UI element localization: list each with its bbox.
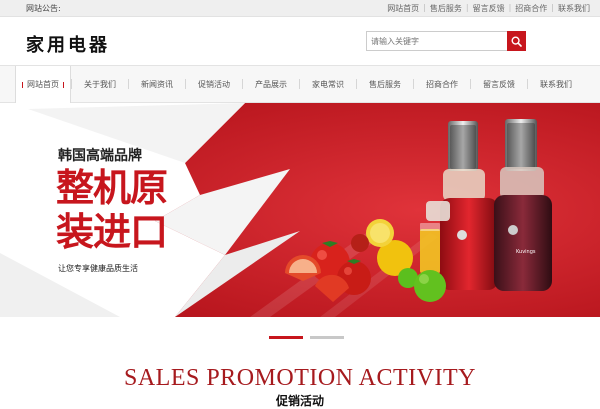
banner-slogan: 让您专享健康品质生活: [58, 264, 138, 273]
promo-title-cn: 促销活动: [275, 394, 324, 408]
search-icon: [511, 35, 522, 47]
nav-item-news[interactable]: 新闻资讯: [129, 66, 185, 102]
search-button[interactable]: [507, 31, 526, 51]
product-brand-label: Kuvings: [516, 249, 536, 255]
top-link-divider: |: [551, 3, 554, 12]
site-logo[interactable]: 家用电器: [26, 31, 110, 57]
banner-brand-text: 韩国高端品牌: [58, 148, 142, 164]
promo-title-en: SALES PROMOTION ACTIVITY: [123, 365, 476, 391]
nav-item-promotions[interactable]: 促销活动: [186, 66, 242, 102]
page: 网站公告: 网站首页 | 售后服务 | 留言反馈 | 招商合作 | 联系我们 家…: [0, 0, 600, 409]
nav-item-about[interactable]: 关于我们: [72, 66, 128, 102]
search-box: [366, 31, 526, 51]
header: 家用电器: [0, 17, 600, 65]
search-input[interactable]: [366, 31, 508, 51]
slider-dots: [0, 336, 600, 340]
slider-dot-1[interactable]: [269, 336, 303, 339]
slider-dot-2[interactable]: [310, 336, 344, 339]
top-link-contact[interactable]: 联系我们: [558, 3, 590, 14]
top-link-service[interactable]: 售后服务: [430, 3, 462, 14]
top-link-feedback[interactable]: 留言反馈: [473, 3, 505, 14]
site-notice-label: 网站公告:: [26, 4, 61, 13]
nav-item-home[interactable]: 网站首页: [15, 66, 71, 103]
top-link-divider: |: [508, 3, 512, 12]
nav-item-cooperation[interactable]: 招商合作: [414, 66, 470, 102]
banner-headline-line2: 装进口: [56, 210, 168, 254]
main-nav: 网站首页 关于我们 新闻资讯 促销活动 产品展示 家电常识 售后服务 招商合作 …: [0, 65, 600, 103]
nav-item-knowledge[interactable]: 家电常识: [300, 66, 356, 102]
top-link-cooperation[interactable]: 招商合作: [515, 3, 547, 14]
top-link-divider: |: [465, 3, 469, 12]
top-link-divider: |: [423, 3, 426, 12]
nav-item-contact[interactable]: 联系我们: [528, 66, 584, 102]
banner-headline-line1: 整机原: [56, 166, 168, 210]
nav-item-products[interactable]: 产品展示: [243, 66, 299, 102]
hero-banner[interactable]: Kuvings 韩国高端品牌 整机原 装进口 让您专享健康品质生活: [0, 103, 600, 317]
top-notice-bar: 网站公告: 网站首页 | 售后服务 | 留言反馈 | 招商合作 | 联系我们: [0, 0, 600, 17]
nav-item-service[interactable]: 售后服务: [357, 66, 413, 102]
nav-item-feedback[interactable]: 留言反馈: [471, 66, 527, 102]
top-link-home[interactable]: 网站首页: [387, 3, 419, 14]
top-links: 网站首页 | 售后服务 | 留言反馈 | 招商合作 | 联系我们: [387, 3, 590, 14]
